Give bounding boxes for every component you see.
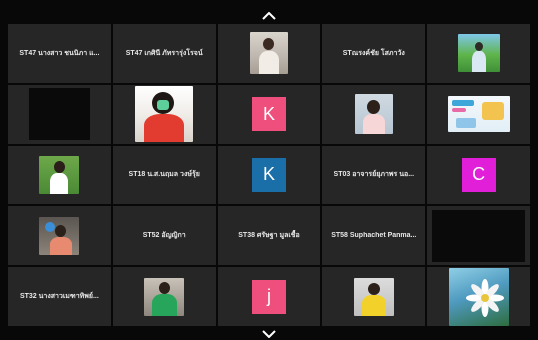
participant-photo (448, 267, 509, 326)
participant-tile[interactable] (8, 84, 111, 144)
participant-tile[interactable] (8, 206, 111, 266)
participant-photo (39, 216, 80, 255)
participant-tile[interactable] (112, 84, 216, 144)
participant-tile[interactable] (427, 206, 530, 266)
participant-photo (135, 86, 194, 143)
participant-tile[interactable]: ST47 นางสาว ชนนิภา แ... (8, 24, 111, 83)
participant-name: ST18 น.ส.นฤมล วงษ์รุ้ย (128, 171, 200, 179)
participant-name: ST52 อัญญิกา (142, 232, 186, 240)
participant-tile[interactable]: ST38 ศรัษฐา มูลเชื้อ (217, 206, 321, 266)
flower-image (465, 278, 504, 317)
chevron-up-icon (262, 12, 276, 20)
participant-tile[interactable]: K (217, 84, 321, 144)
participant-tile[interactable]: j (217, 267, 321, 326)
participant-tile[interactable]: STณรงค์ชัย โสภาวัง (322, 24, 426, 83)
participant-tile[interactable]: K (217, 145, 321, 205)
participant-name: ST38 ศรัษฐา มูลเชื้อ (238, 232, 300, 240)
scroll-down-button[interactable] (260, 328, 278, 340)
participant-tile[interactable]: ST58 Suphachet Panma... (322, 206, 426, 266)
participant-tile[interactable] (8, 145, 111, 205)
participant-tile[interactable] (427, 267, 530, 326)
scroll-up-button[interactable] (260, 10, 278, 22)
participant-name: ST58 Suphachet Panma... (331, 232, 417, 240)
participant-tile[interactable]: C (427, 145, 530, 205)
participant-avatar: K (251, 157, 286, 192)
participant-photo (354, 94, 393, 135)
video-off-area (432, 209, 525, 262)
participant-photo (39, 155, 80, 194)
participant-photo (144, 277, 185, 316)
participant-tile[interactable]: ST03 อาจารย์ยุภาพร นอ... (322, 145, 426, 205)
participant-name: ST32 นางสาวเมฑาทิพย์... (19, 293, 99, 301)
participant-screen-share (447, 96, 510, 133)
participant-tile[interactable]: ST18 น.ส.นฤมล วงษ์รุ้ย (112, 145, 216, 205)
participant-name: ST47 นางสาว ชนนิภา แ... (19, 49, 100, 57)
video-off-area (28, 88, 91, 141)
participant-grid: ST47 นางสาว ชนนิภา แ... ST47 เกศินี ภัทร… (8, 24, 530, 326)
participant-name: ST03 อาจารย์ยุภาพร นอ... (333, 171, 415, 179)
participant-name: ST47 เกศินี ภัทรารุ่งโรจน์ (125, 49, 203, 57)
participant-tile[interactable] (322, 267, 426, 326)
participant-photo (249, 32, 288, 75)
participant-avatar: K (251, 97, 286, 132)
participant-avatar: C (461, 157, 496, 192)
participant-tile[interactable] (322, 84, 426, 144)
participant-tile[interactable] (217, 24, 321, 83)
participant-photo (457, 34, 500, 73)
participant-photo (353, 277, 394, 316)
participant-tile[interactable]: ST52 อัญญิกา (112, 206, 216, 266)
participant-name: STณรงค์ชัย โสภาวัง (342, 49, 405, 57)
participant-tile[interactable] (427, 84, 530, 144)
participant-tile[interactable]: ST47 เกศินี ภัทรารุ่งโรจน์ (112, 24, 216, 83)
participant-tile[interactable] (427, 24, 530, 83)
participant-avatar: j (251, 279, 286, 314)
video-call-screen: ST47 นางสาว ชนนิภา แ... ST47 เกศินี ภัทร… (0, 0, 538, 340)
participant-tile[interactable]: ST32 นางสาวเมฑาทิพย์... (8, 267, 111, 326)
chevron-down-icon (262, 330, 276, 338)
participant-tile[interactable] (112, 267, 216, 326)
